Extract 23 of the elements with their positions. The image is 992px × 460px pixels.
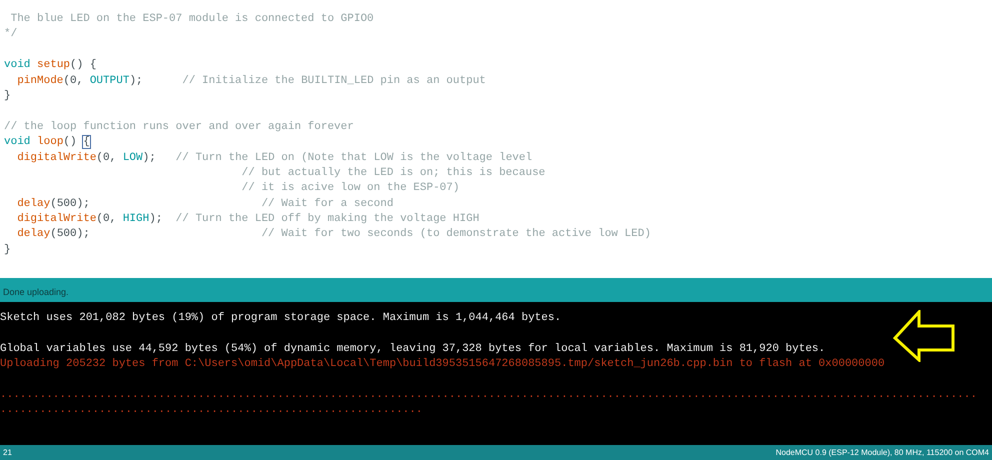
code-line: The blue LED on the ESP-07 module is connected to GPIO0: [10, 12, 375, 27]
code-line: */: [3, 27, 18, 42]
code-line: // it is acive low on the ESP-07): [240, 181, 460, 196]
code-line: // but actually the LED is on; this is because: [240, 166, 546, 181]
console-line: Sketch uses 201,082 bytes (19%) of program storage space. Maximum is 1,044,464 bytes.: [0, 311, 562, 326]
code-line: // the loop function runs over and over again forever: [3, 120, 355, 135]
code-line: digitalWrite(0, HIGH); // Turn the LED off by making the voltage HIGH: [16, 212, 480, 228]
code-line: delay(500); // Wait for a second: [16, 196, 394, 212]
console-line: Uploading 205232 bytes from C:\Users\omid\AppData\Local\Temp\build3953515647268085895.tmp/sketch_jun26b.cpp.bin to flash at 0x00000000: [0, 357, 886, 372]
code-line: void loop() {: [3, 135, 91, 150]
status-message: Done uploading.: [3, 286, 69, 299]
code-line: delay(500); // Wait for two seconds (to demonstrate the active low LED): [16, 227, 652, 242]
console-line: ................................................................: [0, 403, 424, 418]
code-line: digitalWrite(0, LOW); // Turn the LED on (Note that LOW is the voltage level: [16, 150, 534, 166]
console-line: ....................................................................................................................................................: [0, 388, 978, 403]
board-info: NodeMCU 0.9 (ESP-12 Module), 80 MHz, 115200 on COM4: [776, 446, 989, 458]
code-line: }: [3, 242, 12, 258]
console-line: Global variables use 44,592 bytes (54%) of dynamic memory, leaving 37,328 bytes for local variables. Maximum is 81,920 bytes.: [0, 342, 826, 357]
arrow-annotation: [893, 310, 957, 362]
code-line: }: [3, 88, 12, 104]
code-line: pinMode(0, OUTPUT); // Initialize the BUILTIN_LED pin as an output: [16, 74, 487, 89]
code-line: void setup() {: [3, 58, 98, 74]
line-number: 21: [3, 446, 12, 458]
